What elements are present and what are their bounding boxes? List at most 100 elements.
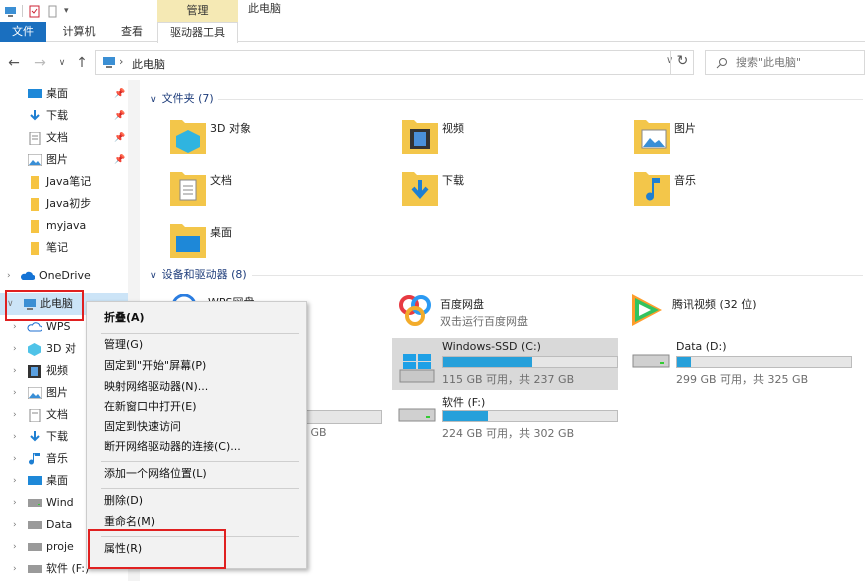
- folder-label: 音乐: [674, 174, 696, 187]
- group-title: 设备和驱动器 (8): [161, 268, 247, 281]
- properties-icon[interactable]: [28, 5, 41, 18]
- menu-item-collapse[interactable]: 折叠(A): [90, 308, 303, 328]
- nav-item-myjava[interactable]: myjava: [0, 215, 128, 237]
- group-collapse-chevron-icon[interactable]: ∨: [150, 271, 157, 281]
- nav-item-notes[interactable]: 笔记: [0, 237, 128, 259]
- nav-item-java-notes[interactable]: Java笔记: [0, 171, 128, 193]
- folders-group-header[interactable]: ∨ 文件夹 (7): [150, 90, 214, 108]
- group-collapse-chevron-icon[interactable]: ∨: [150, 95, 157, 105]
- folder-videos[interactable]: 视频: [372, 116, 602, 162]
- breadcrumb-chevron-icon[interactable]: ›: [119, 55, 123, 68]
- address-bar[interactable]: › 此电脑 ∨: [95, 50, 694, 75]
- breadcrumb[interactable]: 此电脑: [132, 56, 165, 72]
- expand-chevron-icon[interactable]: ›: [13, 448, 17, 470]
- menu-item-add-network-location[interactable]: 添加一个网络位置(L): [90, 464, 303, 484]
- back-arrow-icon[interactable]: ←: [4, 53, 24, 73]
- search-input[interactable]: [736, 51, 864, 74]
- menu-item-open-new-window[interactable]: 在新窗口中打开(E): [90, 397, 303, 417]
- folder-music[interactable]: 音乐: [604, 168, 834, 214]
- nav-item-java-basics[interactable]: Java初步: [0, 193, 128, 215]
- drive-usage-bar: [676, 356, 852, 368]
- device-tencent-video[interactable]: 腾讯视频 (32 位): [626, 290, 856, 336]
- folder-icon: [31, 242, 39, 255]
- expand-chevron-icon[interactable]: ›: [13, 404, 17, 426]
- customize-qat-icon[interactable]: ▾: [64, 6, 69, 16]
- folder-documents[interactable]: 文档: [140, 168, 370, 214]
- nav-item-label: 音乐: [46, 452, 68, 465]
- expand-chevron-icon[interactable]: ›: [13, 426, 17, 448]
- drive-usage-fill: [443, 357, 532, 367]
- folder-downloads[interactable]: 下载: [372, 168, 602, 214]
- qat-divider: [22, 5, 23, 17]
- new-folder-icon[interactable]: [46, 5, 59, 18]
- expand-chevron-icon[interactable]: ›: [13, 492, 17, 514]
- device-baidu-netdisk[interactable]: 百度网盘 双击运行百度网盘: [394, 290, 594, 336]
- pin-icon: 📌: [114, 89, 126, 99]
- drive-name: 软件 (F:): [442, 396, 486, 409]
- nav-item-label: 下载: [46, 430, 68, 443]
- drive-c[interactable]: Windows-SSD (C:) 115 GB 可用，共 237 GB: [392, 338, 618, 390]
- nav-item-documents[interactable]: 文档 📌: [0, 127, 128, 149]
- drive-name: Windows-SSD (C:): [442, 340, 541, 353]
- nav-item-onedrive[interactable]: › OneDrive: [0, 265, 128, 287]
- folder-desktop[interactable]: 桌面: [140, 220, 370, 266]
- drive-free-space: 115 GB 可用，共 237 GB: [442, 373, 575, 386]
- nav-item-pictures[interactable]: 图片 📌: [0, 149, 128, 171]
- menu-item-pin-to-start[interactable]: 固定到"开始"屏幕(P): [90, 356, 303, 376]
- picture-icon: [28, 387, 42, 399]
- video-icon: [28, 365, 41, 378]
- search-box[interactable]: [705, 50, 865, 75]
- expand-chevron-icon[interactable]: ›: [13, 360, 17, 382]
- drive-f[interactable]: 软件 (F:) 224 GB 可用，共 302 GB: [392, 392, 620, 444]
- 3d-objects-icon: [28, 343, 41, 356]
- drive-icon: [398, 408, 436, 422]
- folder-label: 文档: [210, 174, 232, 187]
- tab-computer[interactable]: 计算机: [54, 22, 104, 42]
- expand-chevron-icon[interactable]: ›: [13, 470, 17, 492]
- expand-chevron-icon[interactable]: ›: [13, 536, 17, 558]
- desktop-icon: [28, 89, 42, 98]
- manage-context-tab[interactable]: 管理: [157, 0, 238, 22]
- drive-usage-fill: [443, 411, 489, 421]
- expand-chevron-icon[interactable]: ›: [13, 514, 17, 536]
- menu-item-delete[interactable]: 删除(D): [90, 491, 303, 511]
- recent-locations-chevron-icon[interactable]: ∨: [52, 53, 72, 73]
- computer-icon: [5, 6, 16, 17]
- tab-view[interactable]: 查看: [112, 22, 152, 42]
- tencent-video-icon: [632, 294, 662, 326]
- forward-arrow-icon[interactable]: →: [30, 53, 50, 73]
- menu-item-disconnect-network-drive[interactable]: 断开网络驱动器的连接(C)...: [90, 437, 303, 457]
- expand-chevron-icon[interactable]: ›: [13, 382, 17, 404]
- devices-group-header[interactable]: ∨ 设备和驱动器 (8): [150, 266, 247, 284]
- pin-icon: 📌: [114, 133, 126, 143]
- up-arrow-icon[interactable]: ↑: [72, 53, 92, 73]
- menu-item-map-network-drive[interactable]: 映射网络驱动器(N)...: [90, 377, 303, 397]
- quick-access-toolbar: ▾: [4, 3, 69, 19]
- video-icon: [402, 120, 438, 154]
- drive-d[interactable]: Data (D:) 299 GB 可用，共 325 GB: [626, 338, 854, 390]
- expand-chevron-icon[interactable]: ›: [7, 265, 11, 287]
- drive-usage-bar: [442, 410, 618, 422]
- group-divider: [218, 99, 863, 100]
- nav-item-downloads[interactable]: 下载 📌: [0, 105, 128, 127]
- nav-item-desktop[interactable]: 桌面 📌: [0, 83, 128, 105]
- menu-item-manage[interactable]: 管理(G): [90, 335, 303, 355]
- music-icon: [634, 172, 670, 206]
- download-icon: [30, 110, 40, 121]
- folder-pictures[interactable]: 图片: [604, 116, 834, 162]
- menu-item-pin-quick-access[interactable]: 固定到快速访问: [90, 417, 303, 437]
- navigation-row: ← → ∨ ↑ › 此电脑 ∨ ↻: [0, 48, 865, 78]
- refresh-icon[interactable]: ↻: [670, 50, 694, 75]
- folder-3d-objects[interactable]: 3D 对象: [140, 116, 370, 162]
- device-name: 百度网盘: [440, 298, 484, 311]
- tab-file[interactable]: 文件: [0, 22, 46, 42]
- tab-drive-tools[interactable]: 驱动器工具: [157, 22, 238, 43]
- onedrive-cloud-icon: [21, 271, 35, 280]
- folder-icon: [31, 176, 39, 189]
- expand-chevron-icon[interactable]: ›: [13, 338, 17, 360]
- picture-icon: [634, 120, 670, 154]
- folder-label: 图片: [674, 122, 696, 135]
- nav-item-label: 文档: [46, 408, 68, 421]
- expand-chevron-icon[interactable]: ›: [13, 558, 17, 580]
- drive-icon: [28, 565, 42, 573]
